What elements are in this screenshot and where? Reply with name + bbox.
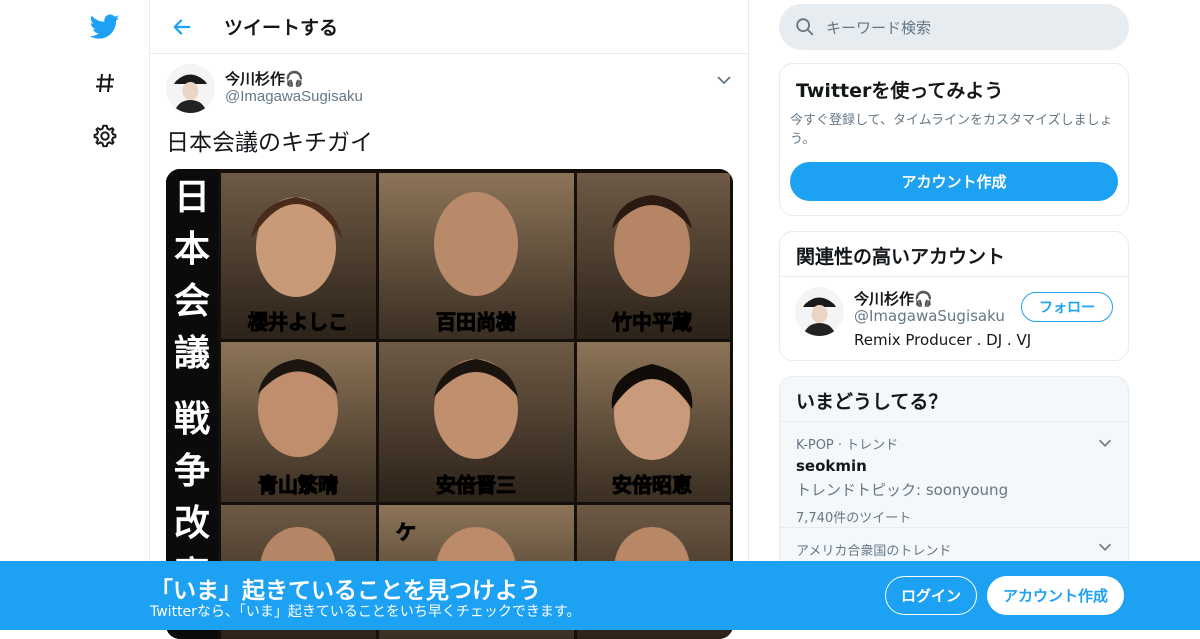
trend-label: K-POP · トレンド [796,438,899,453]
avatar[interactable] [166,64,215,113]
banner-title: 「いま」起きていることを見つけよう [150,578,541,604]
image-caption: 櫻井よしこ [247,310,348,334]
related-accounts-card: 関連性の高いアカウント 今川杉作🎧 @ImagawaSugisaku Remix… [779,231,1129,361]
main-column: ツイートする 今川杉作🎧 @ImagawaSugisaku 日本会議のキチガイ [149,0,749,639]
trend-topic: トレンドトピック: soonyoung [796,481,1009,499]
chevron-down-icon[interactable] [1096,434,1114,452]
create-account-button[interactable]: アカウント作成 [790,162,1118,201]
signup-card-title: Twitterを使ってみよう [796,80,1004,102]
image-caption: 百田尚樹 [436,310,516,334]
tweet-header: 今川杉作🎧 @ImagawaSugisaku [150,54,748,124]
trend-item[interactable]: アメリカ合衆国のトレンド [780,528,1128,559]
left-nav [0,0,150,630]
signup-card-description: 今すぐ登録して、タイムラインをカスタマイズしましょう。 [790,113,1113,147]
faces [251,192,693,611]
follow-button[interactable]: フォロー [1021,292,1113,322]
screen-name[interactable]: @ImagawaSugisaku [225,88,363,105]
related-card-title: 関連性の高いアカウント [780,232,1128,277]
trend-item[interactable]: K-POP · トレンド seokmin トレンドトピック: soonyoung… [780,422,1128,528]
image-caption: 安倍昭恵 [612,473,692,497]
page-title: ツイートする [224,17,339,39]
trends-card: いまどうしてる？ K-POP · トレンド seokmin トレンドトピック: … [779,376,1129,576]
trends-title: いまどうしてる？ [780,377,1128,422]
display-name[interactable]: 今川杉作🎧 [225,68,304,89]
search-input[interactable]: キーワード検索 [826,17,931,38]
related-display-name[interactable]: 今川杉作🎧 [854,288,933,309]
search-box[interactable]: キーワード検索 [779,4,1129,50]
chevron-down-icon[interactable] [714,70,734,90]
gear-icon[interactable] [88,119,122,153]
chevron-down-icon[interactable] [1096,538,1114,556]
back-arrow-icon [173,18,191,35]
back-button[interactable] [162,7,202,47]
image-caption: 竹中平蔵 [611,310,692,334]
hashtag-icon[interactable] [88,66,122,100]
signup-banner: 「いま」起きていることを見つけよう Twitterなら、「いま」起きていることを… [0,561,1200,630]
image-caption: 青山繁晴 [258,473,338,497]
banner-create-account-button[interactable]: アカウント作成 [987,576,1124,615]
trend-name: seokmin [796,457,867,475]
tweet-text: 日本会議のキチガイ [166,130,373,156]
banner-subtitle: Twitterなら、「いま」起きていることをいち早くチェックできます。 [150,604,581,620]
image-caption: ケ [396,520,416,544]
twitter-logo-icon[interactable] [88,10,122,44]
trend-label: アメリカ合衆国のトレンド [796,544,952,559]
image-caption: 安倍晋三 [436,473,516,497]
related-screen-name[interactable]: @ImagawaSugisaku [854,307,1005,325]
trend-count: 7,740件のツイート [796,511,912,526]
signup-card: Twitterを使ってみよう 今すぐ登録して、タイムラインをカスタマイズしましょ… [779,63,1129,216]
search-icon [796,18,814,36]
related-bio: Remix Producer . DJ . VJ [854,331,1032,349]
main-header: ツイートする [150,0,748,54]
login-button[interactable]: ログイン [885,576,977,615]
related-avatar[interactable] [795,287,844,336]
